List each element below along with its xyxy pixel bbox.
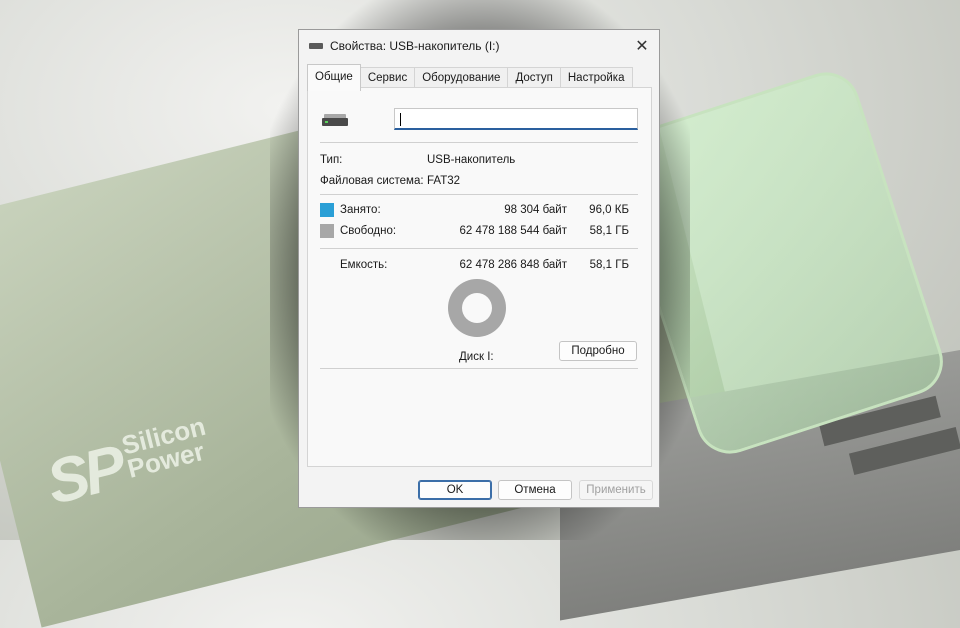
capacity-bytes: 62 478 286 848 байт [459,259,567,271]
tab-sharing[interactable]: Доступ [507,67,561,89]
volume-label-input[interactable] [394,108,638,130]
cancel-button[interactable]: Отмена [498,480,572,500]
free-bytes: 62 478 188 544 байт [459,225,567,237]
close-button[interactable]: ✕ [625,30,659,62]
text-caret [400,113,401,126]
tab-tools[interactable]: Сервис [359,67,416,89]
used-bytes: 98 304 байт [504,204,567,216]
disk-label: Диск I: [459,351,494,363]
properties-dialog: Свойства: USB-накопитель (I:) ✕ Общие Се… [298,29,660,508]
filesystem-label: Файловая система: [320,175,424,187]
free-size: 58,1 ГБ [589,225,629,237]
tab-hardware[interactable]: Оборудование [414,67,509,89]
divider [320,194,638,195]
used-label: Занято: [340,204,381,216]
disk-usage-donut-chart [448,279,506,337]
ok-button[interactable]: OK [418,480,492,500]
close-icon: ✕ [635,38,649,55]
filesystem-value: FAT32 [427,175,461,187]
usb-drive-icon [309,43,323,49]
type-value: USB-накопитель [427,154,516,166]
tab-general[interactable]: Общие [307,64,361,91]
tab-strip: Общие Сервис Оборудование Доступ Настрой… [307,64,633,91]
window-title: Свойства: USB-накопитель (I:) [330,39,500,53]
general-tab-panel: Тип: USB-накопитель Файловая система: FA… [307,87,652,467]
free-space-swatch [320,224,334,238]
capacity-label: Емкость: [340,259,388,271]
usb-drive-icon [322,114,348,126]
used-space-swatch [320,203,334,217]
divider [320,142,638,143]
type-label: Тип: [320,154,343,166]
used-size: 96,0 КБ [589,204,629,216]
free-label: Свободно: [340,225,397,237]
details-button[interactable]: Подробно [559,341,637,361]
capacity-size: 58,1 ГБ [589,259,629,271]
title-bar[interactable]: Свойства: USB-накопитель (I:) ✕ [299,30,659,62]
tab-customize[interactable]: Настройка [559,67,633,89]
apply-button[interactable]: Применить [579,480,653,500]
divider [320,248,638,249]
divider [320,368,638,369]
